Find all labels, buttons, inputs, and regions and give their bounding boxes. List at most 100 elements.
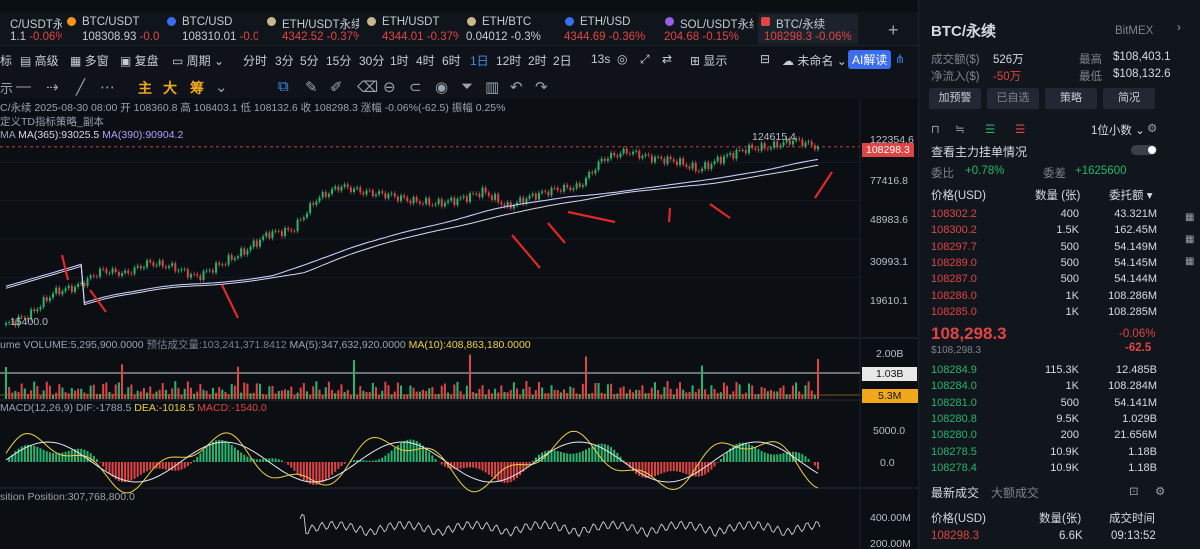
dots-icon[interactable]: ⋯	[100, 78, 115, 96]
order-row[interactable]: 108280.8 9.5K 1.029B	[919, 411, 1179, 427]
tab-large-trades[interactable]: 大额成交	[991, 484, 1039, 501]
order-row[interactable]: 108289.0 500 54.145M	[919, 255, 1179, 271]
expand-icon[interactable]: ⊡	[1129, 484, 1139, 498]
asks-view-icon[interactable]: ☰	[1015, 122, 1025, 136]
tab-btc-perp[interactable]: BTC/永续 108298.3 -0.06%	[758, 14, 858, 44]
menu-icon[interactable]: 示	[0, 78, 13, 97]
redo-icon[interactable]: ↷	[535, 78, 548, 96]
last-diff: -62.5	[1125, 342, 1152, 354]
order-row[interactable]: 108278.5 10.9K 1.18B	[919, 444, 1179, 460]
volume-bar	[199, 383, 202, 399]
display-button[interactable]: ⊞ 显示	[690, 52, 727, 69]
pen-icon[interactable]: ✎	[305, 78, 318, 96]
tab-eth-usd[interactable]: ETH/USD 4344.69 -0.36%	[562, 14, 658, 44]
interval-item[interactable]: 4时	[416, 52, 435, 69]
magnet-icon[interactable]: ⊂	[409, 78, 422, 96]
tab-eth-usdt-perp[interactable]: ETH/USDT永续4342.52 -0.37%	[264, 14, 359, 44]
share-icon[interactable]: ⋔	[895, 52, 905, 66]
bids-view-icon[interactable]: ☰	[985, 122, 995, 136]
eye-icon[interactable]: ◉	[435, 78, 448, 96]
interval-item[interactable]: 3分	[275, 52, 294, 69]
order-row[interactable]: 108281.0 500 54.141M	[919, 395, 1179, 411]
share-icon[interactable]: ⤢	[640, 52, 650, 67]
eraser-icon[interactable]: ⌫	[357, 78, 378, 96]
order-row[interactable]: 108297.7 500 54.149M	[919, 239, 1179, 255]
order-row[interactable]: 108284.0 1K 108.284M	[919, 378, 1179, 394]
main-indicator-button[interactable]: 主	[138, 78, 152, 98]
settings-icon[interactable]: ⚙	[1147, 121, 1157, 135]
camera-icon[interactable]: ◎	[617, 52, 627, 66]
order-row[interactable]: 108285.0 1K 108.285M	[919, 304, 1179, 320]
toolbar-item[interactable]: ▣ 复盘	[120, 52, 159, 69]
tab-btc-usdt[interactable]: BTC/USDT108308.93 -0.06	[64, 14, 160, 44]
order-row[interactable]: 108280.0 200 21.656M	[919, 427, 1179, 443]
compare-icon[interactable]: ⇄	[662, 52, 672, 66]
toolbar-item[interactable]: ▭ 周期 ⌄	[172, 52, 224, 69]
macd-bar	[594, 444, 597, 462]
orders-toggle[interactable]	[1131, 145, 1157, 155]
settings-icon[interactable]: ⚙	[1155, 484, 1165, 498]
price-chart[interactable]	[0, 100, 918, 549]
candle-body	[359, 187, 362, 193]
interval-item[interactable]: 13s	[591, 52, 610, 66]
tab-btc-usd[interactable]: BTC/USD108310.01 -0.06	[164, 14, 258, 44]
depth-view-icon[interactable]: ≒	[955, 122, 965, 136]
interval-item[interactable]: 2时	[528, 52, 547, 69]
interval-item[interactable]: 2日	[553, 52, 572, 69]
order-row[interactable]: 108287.0 500 54.144M	[919, 271, 1179, 287]
interval-item[interactable]: 12时	[496, 52, 521, 69]
interval-item[interactable]: 分时	[243, 52, 267, 69]
toolbar-item[interactable]: ▤ 高级	[20, 52, 59, 69]
layout-name-button[interactable]: ☁ 未命名 ⌄	[782, 52, 847, 69]
order-row[interactable]: 108302.2 400 43.321M	[919, 206, 1179, 222]
lock-icon[interactable]: ⊖	[383, 78, 396, 96]
tab-sol-usdt-perp[interactable]: SOL/USDT永续 204.68 -0.15%	[662, 14, 754, 44]
ray-icon[interactable]: ⇢	[46, 78, 59, 96]
volume-bar	[277, 390, 280, 399]
strategy-button[interactable]: 策略	[1045, 88, 1097, 109]
layout-icon[interactable]: ⊟	[760, 52, 770, 66]
interval-item[interactable]: 15分	[326, 52, 351, 69]
order-row[interactable]: 108300.2 1.5K 162.45M	[919, 222, 1179, 238]
interval-item[interactable]: 30分	[359, 52, 384, 69]
filter-icon[interactable]: ⏷	[461, 78, 473, 95]
horizontal-line-icon[interactable]: —	[16, 78, 31, 95]
interval-item[interactable]: 5分	[300, 52, 319, 69]
high-marker: 124615.4	[752, 131, 796, 143]
undo-icon[interactable]: ↶	[510, 78, 523, 96]
candle-body	[249, 246, 252, 251]
volume-bar	[378, 394, 381, 399]
interval-item[interactable]: 6时	[442, 52, 461, 69]
add-alert-button[interactable]: 加预警	[929, 88, 981, 109]
depth-view-icon[interactable]: ⊓	[931, 122, 940, 136]
volume-bar	[64, 392, 67, 399]
tab-latest-trades[interactable]: 最新成交	[931, 484, 979, 501]
tab-eth-btc[interactable]: ETH/BTC 0.04012 -0.3%	[464, 14, 554, 44]
cursor-icon[interactable]: ⧉	[278, 78, 289, 95]
dropdown-icon[interactable]: ⌄	[215, 78, 228, 96]
order-row[interactable]: 108278.4 10.9K 1.18B	[919, 460, 1179, 476]
precision-select[interactable]: 1位小数 ⌄	[1091, 122, 1145, 138]
toolbar-item[interactable]: 标	[0, 52, 12, 69]
order-row[interactable]: 108286.0 1K 108.286M	[919, 288, 1179, 304]
ai-analysis-button[interactable]: AI解读	[848, 50, 892, 69]
candle-body	[581, 185, 584, 187]
scroll-handle[interactable]: ▦ ▦ ▦	[1185, 207, 1194, 273]
expand-icon[interactable]: ›	[1177, 22, 1181, 34]
chip-indicator-button[interactable]: 筹	[190, 78, 204, 98]
toolbar-item[interactable]: ▦ 多窗	[70, 52, 109, 69]
trash-icon[interactable]: ▥	[485, 78, 499, 96]
interval-item-selected[interactable]: 1日	[470, 52, 489, 69]
trend-line-icon[interactable]: ╱	[76, 78, 85, 96]
order-amount: 108.284M	[1108, 380, 1157, 393]
interval-item[interactable]: 1时	[390, 52, 409, 69]
brush-icon[interactable]: ✐	[330, 78, 343, 96]
watchlist-button[interactable]: 已自选	[987, 88, 1039, 109]
col-amount[interactable]: 委托额 ▾	[1109, 187, 1152, 203]
order-row[interactable]: 108284.9 115.3K 12.485B	[919, 362, 1179, 378]
overview-button[interactable]: 简况	[1103, 88, 1155, 109]
big-indicator-button[interactable]: 大	[163, 78, 177, 98]
tab-eth-usdt[interactable]: ETH/USDT4344.01 -0.37%	[364, 14, 459, 44]
tab-c-usdt-perp[interactable]: C/USDT永续1.1 -0.06%	[0, 14, 62, 44]
add-tab-button[interactable]: +	[888, 20, 899, 41]
